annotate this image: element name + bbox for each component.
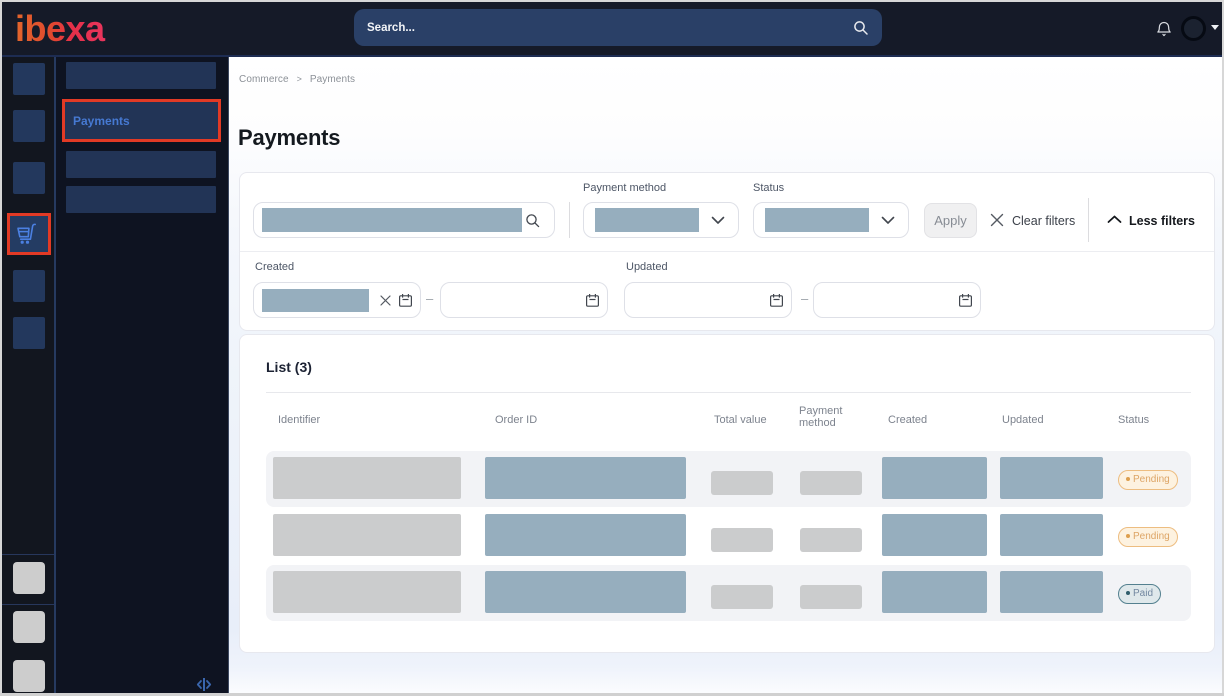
svg-text:ibexa: ibexa — [15, 8, 106, 49]
